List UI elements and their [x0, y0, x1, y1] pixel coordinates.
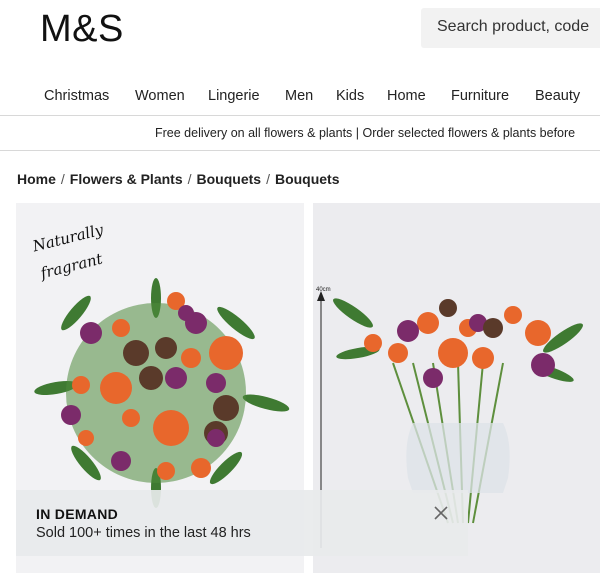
breadcrumb-bouquets[interactable]: Bouquets — [197, 171, 262, 187]
breadcrumb-flowers-plants[interactable]: Flowers & Plants — [70, 171, 183, 187]
main-nav: Christmas Women Lingerie Men Kids Home F… — [0, 78, 600, 116]
search-input[interactable]: Search product, code — [421, 8, 600, 48]
breadcrumb-separator: / — [60, 171, 65, 187]
breadcrumb-separator: / — [187, 171, 192, 187]
brand-logo[interactable]: M&S — [40, 8, 124, 51]
breadcrumb-home[interactable]: Home — [17, 171, 56, 187]
nav-item-beauty[interactable]: Beauty — [535, 88, 580, 104]
banner-title: IN DEMAND — [36, 506, 119, 522]
nav-item-lingerie[interactable]: Lingerie — [208, 88, 260, 104]
nav-item-women[interactable]: Women — [135, 88, 185, 104]
nav-item-kids[interactable]: Kids — [336, 88, 364, 104]
close-icon[interactable] — [432, 504, 450, 522]
nav-item-men[interactable]: Men — [285, 88, 313, 104]
nav-item-christmas[interactable]: Christmas — [44, 88, 109, 104]
promo-banner[interactable]: Free delivery on all flowers & plants | … — [0, 117, 600, 151]
in-demand-banner: IN DEMAND Sold 100+ times in the last 48… — [16, 490, 468, 556]
breadcrumb-separator: / — [266, 171, 270, 187]
site-header: M&S Search product, code — [0, 0, 600, 62]
breadcrumb-current: Bouquets — [274, 171, 340, 187]
nav-item-home[interactable]: Home — [387, 88, 426, 104]
height-measure-label: 40cm — [316, 287, 331, 293]
banner-text: Sold 100+ times in the last 48 hrs — [36, 525, 251, 541]
nav-item-furniture[interactable]: Furniture — [451, 88, 509, 104]
breadcrumb: Home / Flowers & Plants / Bouquets / Bouquets — [17, 171, 340, 187]
